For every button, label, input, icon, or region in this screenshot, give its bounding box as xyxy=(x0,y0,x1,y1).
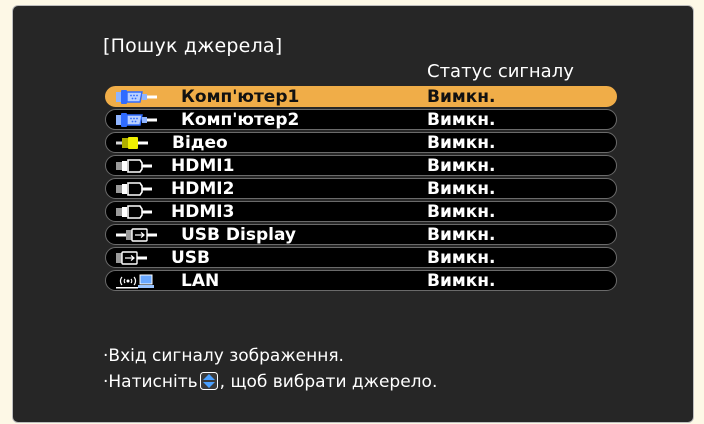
help-line-2-prefix: ·Натисніть xyxy=(103,372,198,392)
source-name: HDMI1 xyxy=(171,156,235,176)
source-status: Вимкн. xyxy=(427,110,496,130)
source-name: USB Display xyxy=(181,225,297,245)
usb-display-icon xyxy=(116,227,178,243)
source-row-computer1[interactable]: Комп'ютер1 Вимкн. xyxy=(105,86,617,107)
source-status: Вимкн. xyxy=(427,133,496,153)
source-status: Вимкн. xyxy=(427,179,496,199)
usb-icon xyxy=(116,250,178,266)
source-name: HDMI3 xyxy=(171,202,235,222)
source-name: Комп'ютер2 xyxy=(181,110,300,130)
source-row-usb[interactable]: USB Вимкн. xyxy=(105,247,617,268)
source-name: HDMI2 xyxy=(171,179,235,199)
source-status: Вимкн. xyxy=(427,225,496,245)
help-line-1: ·Вхід сигналу зображення. xyxy=(103,346,344,366)
source-row-lan[interactable]: LAN Вимкн. xyxy=(105,270,617,291)
source-name: Комп'ютер1 xyxy=(181,87,300,107)
source-row-hdmi1[interactable]: HDMI1 Вимкн. xyxy=(105,155,617,176)
source-row-video[interactable]: Відео Вимкн. xyxy=(105,132,617,153)
source-status: Вимкн. xyxy=(427,202,496,222)
source-search-screen: [Пошук джерела] Статус сигналу Комп'ютер… xyxy=(12,5,694,423)
source-status: Вимкн. xyxy=(427,156,496,176)
source-status: Вимкн. xyxy=(427,87,496,107)
source-name: USB xyxy=(171,248,211,268)
source-row-hdmi2[interactable]: HDMI2 Вимкн. xyxy=(105,178,617,199)
vga-computer-icon xyxy=(116,112,178,128)
hdmi-icon xyxy=(116,181,178,197)
help-text: ·Вхід сигналу зображення. ·Натисніть , що… xyxy=(103,343,437,395)
lan-wireless-icon xyxy=(116,273,178,289)
source-name: LAN xyxy=(181,271,220,291)
vga-computer-icon xyxy=(116,89,178,105)
signal-status-header: Статус сигналу xyxy=(427,61,574,82)
screen-title: [Пошук джерела] xyxy=(103,35,283,57)
hdmi-icon xyxy=(116,158,178,174)
source-row-computer2[interactable]: Комп'ютер2 Вимкн. xyxy=(105,109,617,130)
source-row-hdmi3[interactable]: HDMI3 Вимкн. xyxy=(105,201,617,222)
source-status: Вимкн. xyxy=(427,271,496,291)
help-line-2: ·Натисніть , щоб вибрати джерело. xyxy=(103,369,437,395)
hdmi-icon xyxy=(116,204,178,220)
source-list: Комп'ютер1 Вимкн. Комп'ютер2 Вимкн. Віде… xyxy=(105,86,617,293)
up-down-arrow-icon xyxy=(199,372,218,390)
help-line-2-suffix: , щоб вибрати джерело. xyxy=(219,372,438,392)
source-name: Відео xyxy=(172,133,228,153)
source-status: Вимкн. xyxy=(427,248,496,268)
source-row-usb-display[interactable]: USB Display Вимкн. xyxy=(105,224,617,245)
rca-video-icon xyxy=(116,135,178,151)
